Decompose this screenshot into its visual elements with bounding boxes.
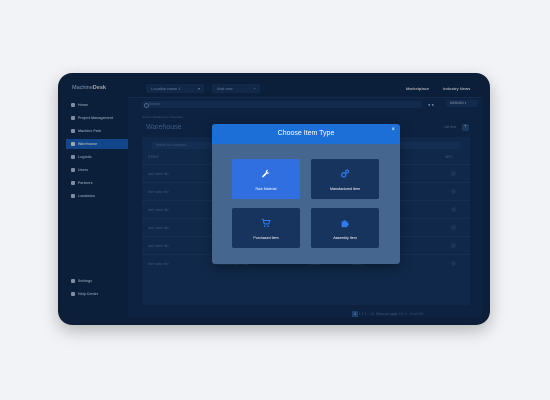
option-label: Manufactured Item [330,187,360,191]
gears-icon [341,169,350,178]
cart-icon [261,218,271,227]
option-manufactured-item[interactable]: Manufactured Item [311,159,379,199]
app-screen: MachineDesk Location name 1 ▾ Add new + … [66,81,482,317]
option-label: Raw Material [255,187,277,191]
dialog-title: Choose Item Type [277,130,335,137]
puzzle-icon [341,220,349,228]
close-icon[interactable]: × [391,125,395,135]
option-purchased-item[interactable]: Purchased Item [232,208,300,248]
dialog-header: Choose Item Type × [212,124,400,144]
option-assembly-item[interactable]: Assembly Item [311,208,379,248]
wrench-icon [262,169,271,178]
option-raw-material[interactable]: Raw Material [232,159,300,199]
option-label: Purchased Item [253,236,279,240]
option-label: Assembly Item [333,236,357,240]
choose-item-type-dialog: Choose Item Type × Raw Material Manufact… [212,124,400,264]
